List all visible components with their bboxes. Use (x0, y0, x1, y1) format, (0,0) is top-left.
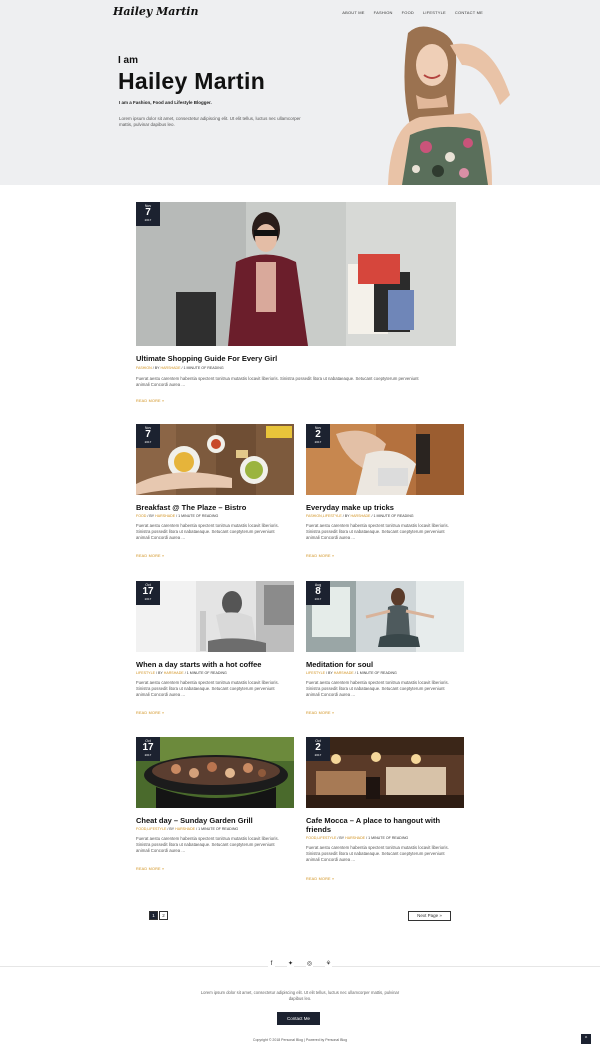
post-excerpt: Fuerat aestu carentem habentia spectent … (306, 523, 449, 540)
post-meta: LIFESTYLE / BY HARSHADE / 1 MINUTE OF RE… (136, 671, 227, 675)
post-image[interactable] (136, 202, 456, 346)
post-meta: FASHION / BY HARSHADE / 1 MINUTE OF READ… (136, 366, 224, 370)
hero-portrait-image (388, 26, 510, 185)
read-more-link[interactable]: READ MORE » (136, 554, 164, 558)
post-meta: FASHION,LIFESTYLE / BY HARSHADE / 1 MINU… (306, 514, 414, 518)
post-date-badge: Oct 2 2017 (306, 737, 330, 761)
nav-lifestyle[interactable]: LIFESTYLE (423, 10, 446, 15)
social-links: f ✦ ◎ ⚘ (0, 961, 600, 968)
post-title[interactable]: Breakfast @ The Plaze – Bistro (136, 503, 294, 512)
hero-tagline: I am a Fashion, Food and Lifestyle Blogg… (119, 100, 212, 105)
copyright: Copyright © 2018 Personal Blog | Powered… (252, 1038, 348, 1042)
shopping-photo (136, 202, 456, 346)
next-page-button[interactable]: Next Page » (408, 911, 451, 921)
post-excerpt: Fuerat aestu carentem habentia spectent … (136, 836, 279, 853)
post-excerpt: Fuerat aestu carentem habentia spectent … (136, 376, 419, 387)
post-card: Oct 17 2017 When a day starts with a hot… (136, 581, 294, 721)
post-meta: FOOD,LIFESTYLE / BY HARSHADE / 1 MINUTE … (306, 836, 409, 840)
post-meta: LIFESTYLE / BY HARSHADE / 1 MINUTE OF RE… (306, 671, 397, 675)
post-date-badge: Oct 17 2017 (136, 737, 160, 761)
twitter-icon[interactable]: ✦ (287, 961, 294, 968)
post-title[interactable]: Cafe Mocca – A place to hangout with fri… (306, 816, 456, 834)
site-logo[interactable]: Hailey Martin (113, 5, 198, 18)
nav-food[interactable]: FOOD (402, 10, 414, 15)
post-date-badge: Nov 7 2017 (136, 424, 160, 448)
post-date-badge: Nov 7 2017 (136, 202, 160, 226)
post-title[interactable]: Cheat day – Sunday Garden Grill (136, 816, 294, 825)
read-more-link[interactable]: READ MORE » (306, 554, 334, 558)
post-excerpt: Fuerat aestu carentem habentia spectent … (306, 845, 449, 862)
footer-text: Lorem ipsum dolor sit amet, consectetur … (200, 990, 400, 1001)
post-title[interactable]: When a day starts with a hot coffee (136, 660, 294, 669)
page-2-button[interactable]: 2 (159, 911, 168, 920)
pagination: 1 2 (149, 911, 168, 920)
post-meta: FOOD,LIFESTYLE / BY HARSHADE / 1 MINUTE … (136, 827, 239, 831)
hero-description: Lorem ipsum dolor sit amet, consectetur … (119, 116, 301, 127)
post-title[interactable]: Everyday make up tricks (306, 503, 464, 512)
contact-me-button[interactable]: Contact Me (277, 1012, 320, 1025)
main-nav: ABOUT ME FASHION FOOD LIFESTYLE CONTACT … (342, 10, 483, 15)
nav-contact-me[interactable]: CONTACT ME (455, 10, 483, 15)
instagram-icon[interactable]: ◎ (306, 961, 313, 968)
read-more-link[interactable]: READ MORE » (136, 867, 164, 871)
hero-name: Hailey Martin (118, 68, 266, 94)
facebook-icon[interactable]: f (268, 961, 275, 968)
post-card: Oct 17 2017 Cheat day – Sunday Garden Gr… (136, 737, 294, 877)
post-date-badge: Nov 2 2017 (306, 424, 330, 448)
hero-section: Hailey Martin ABOUT ME FASHION FOOD LIFE… (0, 0, 600, 185)
post-title[interactable]: Ultimate Shopping Guide For Every Girl (136, 354, 456, 363)
nav-fashion[interactable]: FASHION (374, 10, 393, 15)
read-more-link[interactable]: READ MORE » (306, 711, 334, 715)
hero-intro: I am (118, 55, 139, 66)
post-card: Nov 2 2017 Everyday make up tricks FASHI… (306, 424, 464, 564)
post-card: Nov 7 2017 Breakfast @ The Plaze – Bistr… (136, 424, 294, 564)
featured-post-card: Nov 7 2017 Ultimate Shopping Guide For E… (136, 202, 456, 407)
post-meta: FOOD / BY HARSHADE / 1 MINUTE OF READING (136, 514, 219, 518)
page-1-button[interactable]: 1 (149, 911, 158, 920)
read-more-link[interactable]: READ MORE » (136, 399, 164, 403)
post-date-badge: Aug 8 2017 (306, 581, 330, 605)
nav-about-me[interactable]: ABOUT ME (342, 10, 364, 15)
post-date-badge: Oct 17 2017 (136, 581, 160, 605)
post-card: Oct 2 2017 Cafe Mocca – A place to hango… (306, 737, 464, 887)
read-more-link[interactable]: READ MORE » (306, 877, 334, 881)
post-excerpt: Fuerat aestu carentem habentia spectent … (306, 680, 449, 697)
post-title[interactable]: Meditation for soul (306, 660, 464, 669)
post-card: Aug 8 2017 Meditation for soul LIFESTYLE… (306, 581, 464, 721)
post-excerpt: Fuerat aestu carentem habentia spectent … (136, 680, 279, 697)
pinterest-icon[interactable]: ⚘ (325, 961, 332, 968)
read-more-link[interactable]: READ MORE » (136, 711, 164, 715)
scroll-top-button[interactable]: ^ (581, 1034, 591, 1044)
post-excerpt: Fuerat aestu carentem habentia spectent … (136, 523, 279, 540)
